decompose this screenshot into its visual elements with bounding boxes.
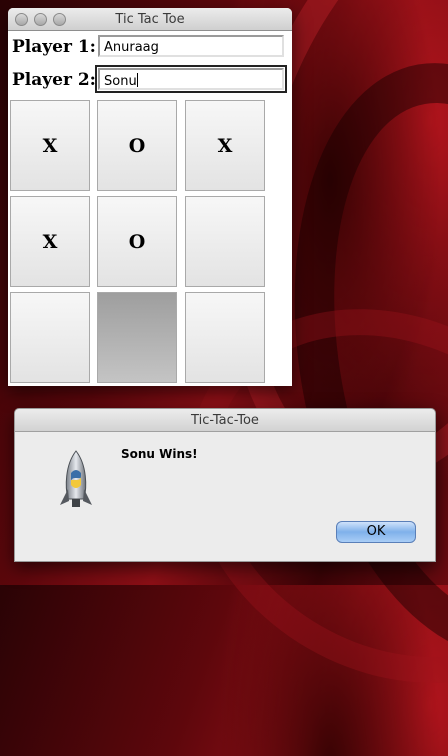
board-cell-1-2[interactable] [185, 196, 265, 287]
text-caret [136, 73, 138, 87]
python-rocket-icon [60, 450, 92, 507]
board-cell-1-1[interactable]: O [97, 196, 177, 287]
dialog-titlebar[interactable]: Tic-Tac-Toe [15, 409, 435, 432]
board-cell-0-1[interactable]: O [97, 100, 177, 191]
board-cell-2-1[interactable] [97, 292, 177, 383]
result-dialog: Tic-Tac-Toe Sonu Wins! OK [14, 408, 436, 562]
player2-input[interactable]: Sonu [95, 65, 287, 93]
player1-row: Player 1: Anuraag [8, 32, 292, 62]
dialog-title: Tic-Tac-Toe [191, 413, 259, 428]
player1-label: Player 1: [12, 37, 96, 57]
player2-label: Player 2: [12, 70, 96, 90]
board-cell-2-0[interactable] [10, 292, 90, 383]
player2-value: Sonu [104, 74, 137, 89]
window-titlebar[interactable]: Tic Tac Toe [8, 8, 292, 31]
game-window: Tic Tac Toe Player 1: Anuraag Player 2: … [8, 8, 292, 386]
board-cell-0-2[interactable]: X [185, 100, 265, 191]
dialog-message: Sonu Wins! [121, 447, 198, 461]
player1-value: Anuraag [104, 40, 159, 55]
player2-row: Player 2: Sonu [8, 65, 292, 95]
board-cell-2-2[interactable] [185, 292, 265, 383]
window-title: Tic Tac Toe [115, 12, 185, 27]
board-cell-0-0[interactable]: X [10, 100, 90, 191]
board-cell-1-0[interactable]: X [10, 196, 90, 287]
player1-input[interactable]: Anuraag [98, 35, 284, 57]
ok-button[interactable]: OK [336, 521, 416, 543]
